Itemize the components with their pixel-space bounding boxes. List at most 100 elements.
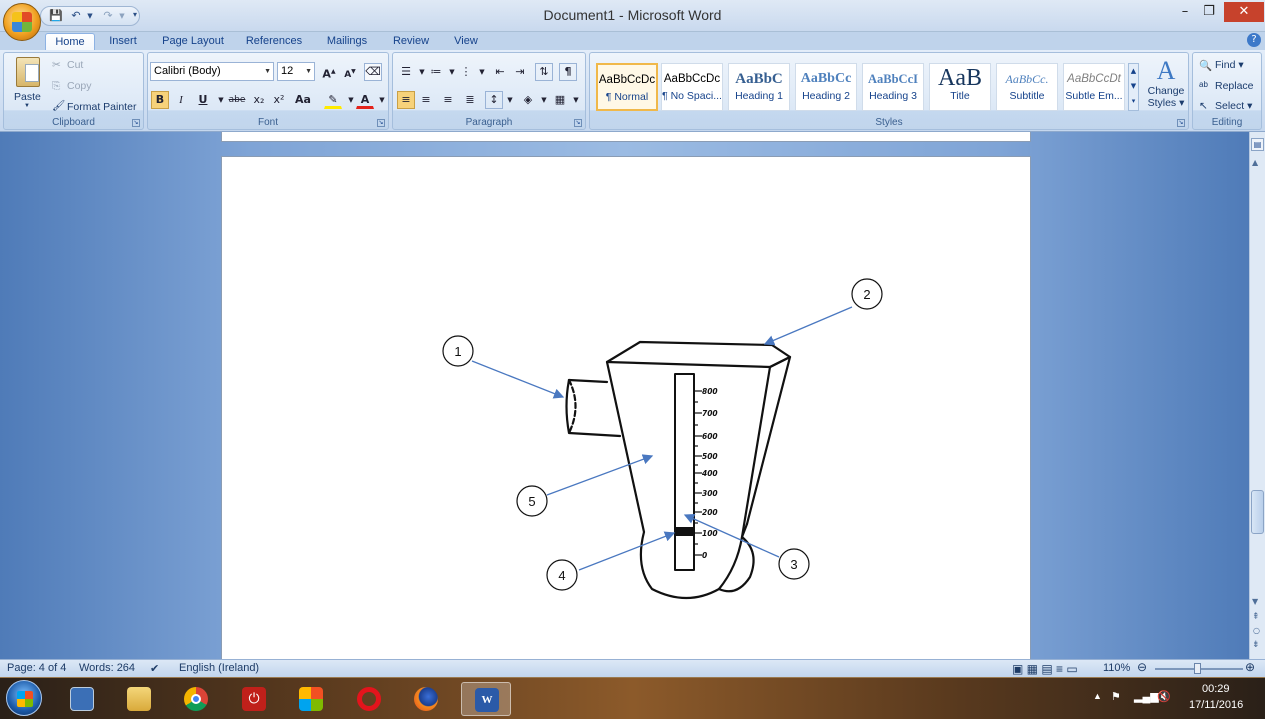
style-subtle-emphasis[interactable]: AaBbCcDt Subtle Em...	[1063, 63, 1125, 111]
word-count[interactable]: Words: 264	[79, 662, 135, 674]
align-right-icon[interactable]: ≡	[439, 91, 457, 109]
grow-font-icon[interactable]: A▲	[320, 63, 338, 81]
justify-icon[interactable]: ≣	[461, 91, 479, 109]
increase-indent-icon[interactable]: ⇥	[511, 63, 529, 81]
show-hidden-icons[interactable]: ▲	[1093, 691, 1102, 701]
chevron-down-icon[interactable]: ▼	[1129, 79, 1138, 94]
tab-insert[interactable]: Insert	[100, 33, 146, 51]
style-heading-2[interactable]: AaBbCc Heading 2	[795, 63, 857, 111]
subscript-button[interactable]: x₂	[250, 91, 268, 109]
tab-review[interactable]: Review	[386, 33, 436, 51]
scroll-thumb[interactable]	[1251, 490, 1264, 534]
dialog-launcher-icon[interactable]: ↘	[574, 119, 582, 127]
taskbar-chrome[interactable]	[174, 682, 218, 716]
cut-button[interactable]: Cut	[67, 59, 83, 71]
clock-time[interactable]: 00:29	[1202, 683, 1230, 695]
show-formatting-icon[interactable]: ¶	[559, 63, 577, 81]
scroll-down-icon[interactable]: ▼	[1252, 597, 1258, 606]
zoom-slider-thumb[interactable]	[1194, 663, 1201, 674]
tab-mailings[interactable]: Mailings	[318, 33, 376, 51]
dialog-launcher-icon[interactable]: ↘	[377, 119, 385, 127]
font-size-select[interactable]: 12 ▼	[277, 62, 315, 81]
taskbar-file-explorer[interactable]	[117, 682, 161, 716]
taskbar-app-grid[interactable]	[289, 682, 333, 716]
ruler-toggle-icon[interactable]: ▤	[1251, 138, 1264, 151]
paste-button[interactable]: Paste ▼	[10, 57, 44, 109]
dialog-launcher-icon[interactable]: ↘	[1177, 119, 1185, 127]
taskbar-control-panel[interactable]	[60, 682, 104, 716]
sort-icon[interactable]: ⇅	[535, 63, 553, 81]
select-icon[interactable]: ↖	[1199, 100, 1208, 112]
format-painter-button[interactable]: Format Painter	[67, 101, 136, 113]
find-icon[interactable]: 🔍	[1199, 59, 1212, 72]
decrease-indent-icon[interactable]: ⇤	[491, 63, 509, 81]
tab-references[interactable]: References	[240, 33, 308, 51]
select-button[interactable]: Select ▾	[1215, 100, 1252, 112]
network-icon[interactable]: ▂▄▆	[1134, 690, 1159, 703]
help-icon[interactable]: ?	[1247, 33, 1261, 47]
proofing-icon[interactable]: ✔	[150, 662, 159, 675]
document-page[interactable]: 800 700 600 500 400 300 200 100 0 1 2 3	[221, 156, 1031, 666]
scroll-up-icon[interactable]: ▲	[1252, 158, 1258, 167]
style-title[interactable]: AaB Title	[929, 63, 991, 111]
copy-icon[interactable]: ⎘	[52, 80, 60, 93]
cut-icon[interactable]: ✂	[52, 59, 61, 71]
next-page-icon[interactable]: ⇟	[1252, 640, 1260, 650]
copy-button[interactable]: Copy	[67, 80, 92, 92]
previous-page-icon[interactable]: ⇞	[1252, 612, 1260, 622]
bold-button[interactable]: B	[151, 91, 169, 109]
italic-button[interactable]: I	[172, 91, 190, 109]
style-subtitle[interactable]: AaBbCc. Subtitle	[996, 63, 1058, 111]
font-color-dropdown-icon[interactable]: ▼	[373, 91, 391, 109]
change-case-button[interactable]: Aa	[292, 91, 314, 109]
zoom-out-icon[interactable]: ⊖	[1137, 660, 1147, 674]
style-heading-1[interactable]: AaBbC Heading 1	[728, 63, 790, 111]
style-no-spacing[interactable]: AaBbCcDc ¶ No Spaci...	[661, 63, 723, 111]
taskbar-opera[interactable]	[347, 682, 391, 716]
chevron-down-icon[interactable]: ▼	[567, 91, 585, 109]
language[interactable]: English (Ireland)	[179, 662, 259, 674]
tab-view[interactable]: View	[446, 33, 486, 51]
replace-icon[interactable]: ab	[1199, 80, 1208, 89]
view-buttons[interactable]: ▣ ▦ ▤ ≡ ▭	[1012, 662, 1078, 676]
styles-scroll[interactable]: ▲ ▼ ▾	[1128, 63, 1139, 111]
strikethrough-button[interactable]: abe	[226, 91, 248, 109]
change-styles-button[interactable]: A Change Styles ▾	[1144, 57, 1188, 115]
style-heading-3[interactable]: AaBbCcI Heading 3	[862, 63, 924, 111]
chevron-up-icon[interactable]: ▲	[1129, 64, 1138, 79]
align-left-icon[interactable]: ≡	[397, 91, 415, 109]
font-family-select[interactable]: Calibri (Body) ▼	[150, 62, 274, 81]
office-button[interactable]	[3, 3, 41, 41]
action-center-icon[interactable]: ⚑	[1111, 690, 1121, 703]
zoom-in-icon[interactable]: ⊕	[1245, 660, 1255, 674]
format-painter-icon[interactable]: 🖌	[52, 99, 65, 112]
page-count[interactable]: Page: 4 of 4	[7, 662, 66, 674]
shrink-font-icon[interactable]: A▼	[341, 63, 359, 81]
highlight-icon[interactable]: ✎	[324, 91, 342, 109]
zoom-level[interactable]: 110%	[1103, 662, 1130, 674]
replace-button[interactable]: Replace	[1215, 80, 1254, 92]
underline-button[interactable]: U	[194, 91, 212, 109]
chevron-down-icon[interactable]: ▼	[501, 91, 519, 109]
taskbar-shutdown-tool[interactable]: ⏻	[232, 682, 276, 716]
close-icon[interactable]: ✕	[1224, 2, 1264, 22]
start-button[interactable]	[6, 680, 42, 716]
restore-icon[interactable]: ❐	[1196, 2, 1222, 22]
tab-page-layout[interactable]: Page Layout	[156, 33, 230, 51]
taskbar-word[interactable]: W	[461, 682, 511, 716]
tab-home[interactable]: Home	[45, 33, 95, 51]
chevron-down-icon[interactable]: ▼	[473, 63, 491, 81]
taskbar-firefox[interactable]	[404, 682, 448, 716]
style-normal[interactable]: AaBbCcDc ¶ Normal	[596, 63, 658, 111]
clock-date[interactable]: 17/11/2016	[1189, 699, 1243, 711]
font-color-icon[interactable]: A	[356, 91, 374, 109]
find-button[interactable]: Find ▾	[1215, 59, 1244, 71]
vertical-scrollbar[interactable]: ▤ ▲ ▼ ⇞ ○ ⇟	[1249, 132, 1265, 659]
minimize-icon[interactable]: –	[1172, 2, 1198, 22]
clear-formatting-icon[interactable]: ⌫	[364, 63, 382, 81]
dialog-launcher-icon[interactable]: ↘	[132, 119, 140, 127]
superscript-button[interactable]: x²	[270, 91, 288, 109]
browse-object-icon[interactable]: ○	[1253, 626, 1260, 635]
more-styles-icon[interactable]: ▾	[1129, 94, 1138, 109]
align-center-icon[interactable]: ≡	[417, 91, 435, 109]
